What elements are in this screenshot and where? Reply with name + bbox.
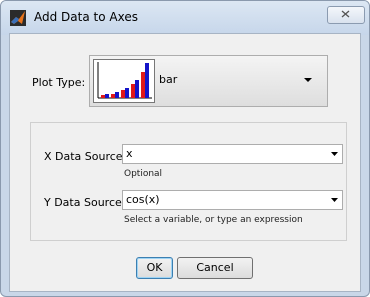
close-icon: [341, 10, 350, 18]
plot-type-value: bar: [159, 73, 178, 86]
bar-chart-thumbnail-icon: [93, 59, 155, 103]
cancel-button[interactable]: Cancel: [177, 257, 253, 279]
title-bar[interactable]: Add Data to Axes: [1, 1, 369, 35]
x-data-source-dropdown[interactable]: x: [122, 144, 343, 164]
dialog-content: Plot Type: bar X Data Source: x Optional…: [9, 33, 361, 292]
plot-type-dropdown[interactable]: bar: [89, 55, 328, 107]
x-data-source-hint: Optional: [124, 169, 163, 179]
chevron-down-icon: [304, 78, 312, 82]
chevron-down-icon: [331, 152, 338, 156]
matlab-icon: [10, 10, 26, 26]
data-source-panel: X Data Source: x Optional Y Data Source:…: [30, 122, 347, 241]
plot-type-label: Plot Type:: [32, 76, 86, 89]
dialog-window: Add Data to Axes Plot Type: bar X Data S…: [0, 0, 370, 297]
y-data-source-dropdown[interactable]: cos(x): [122, 190, 343, 210]
y-data-source-value: cos(x): [126, 193, 160, 206]
chevron-down-icon: [331, 198, 338, 202]
x-data-source-value: x: [126, 147, 133, 160]
x-data-source-label: X Data Source:: [44, 150, 127, 163]
y-data-source-hint: Select a variable, or type an expression: [124, 215, 303, 225]
close-button[interactable]: [327, 6, 365, 24]
y-data-source-label: Y Data Source:: [44, 196, 126, 209]
window-title: Add Data to Axes: [34, 10, 138, 24]
ok-button[interactable]: OK: [136, 257, 173, 279]
